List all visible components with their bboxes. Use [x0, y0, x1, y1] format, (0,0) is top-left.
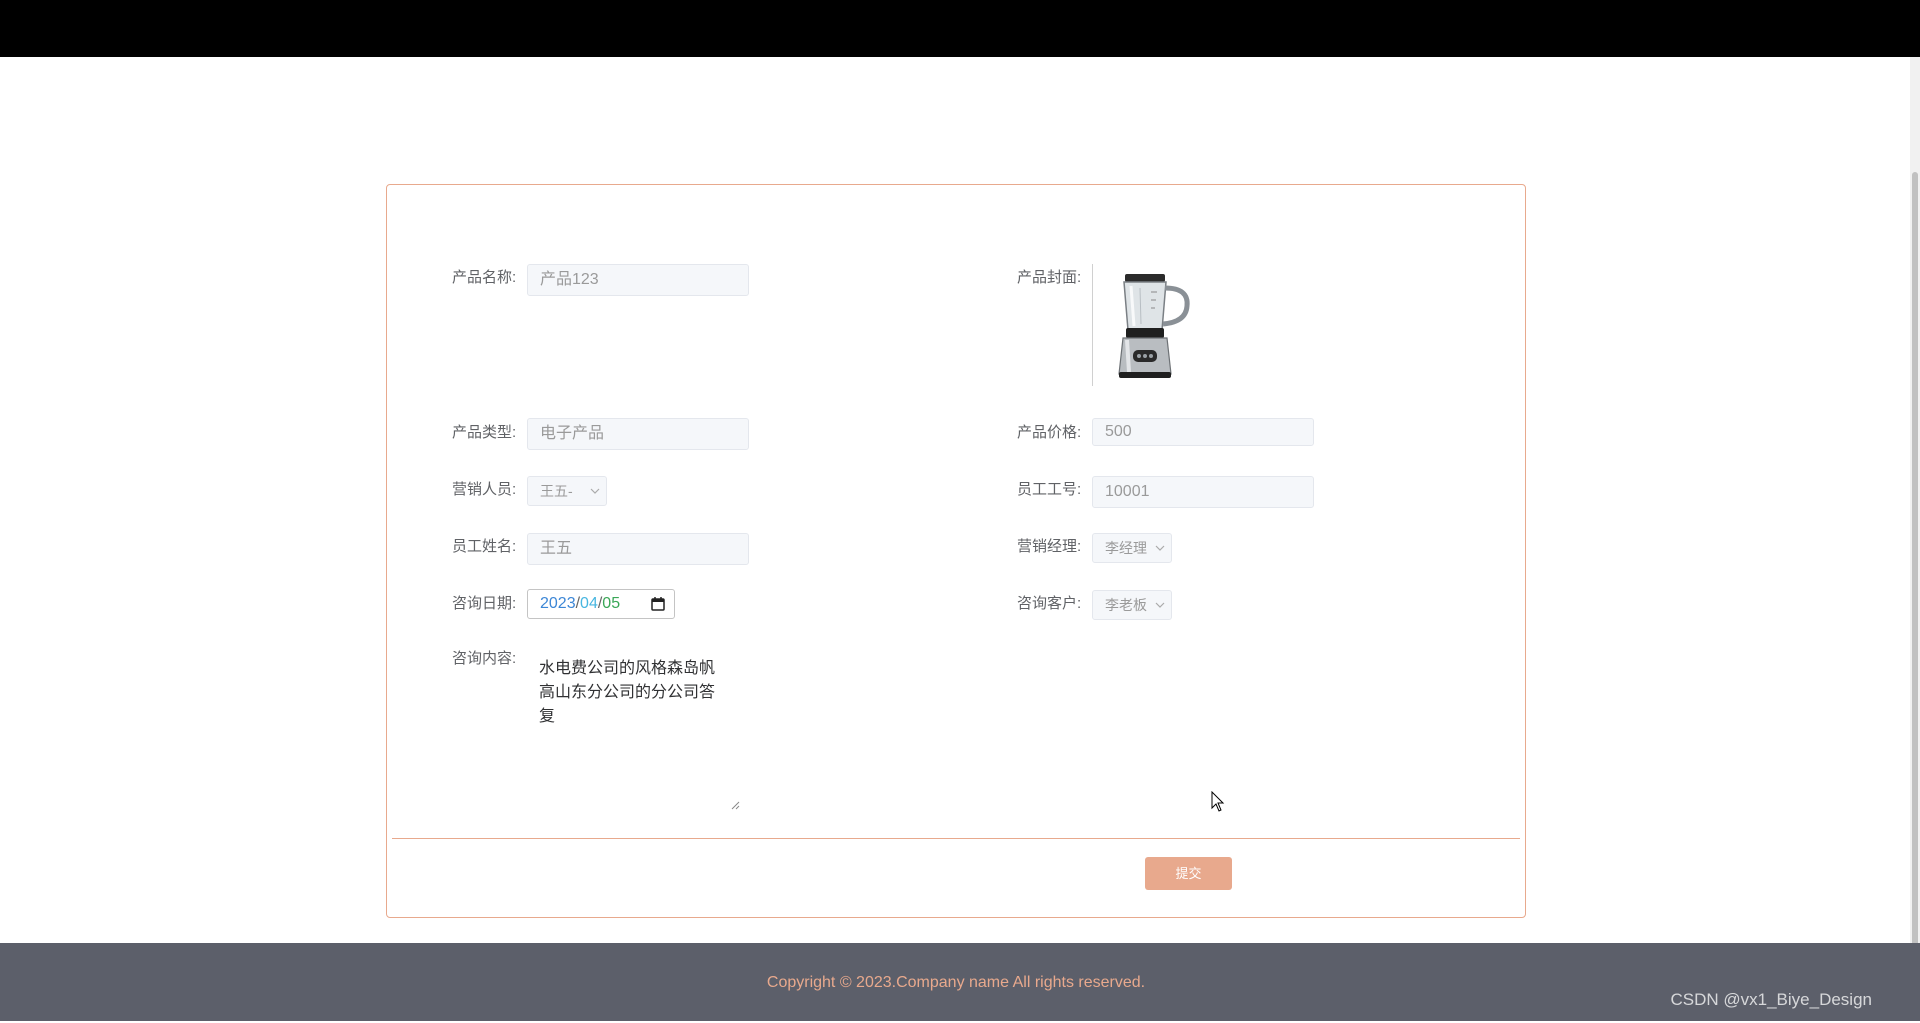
date-day[interactable]: 05 — [602, 595, 620, 612]
consult-content-label: 咨询内容: — [452, 650, 517, 667]
product-price-label: 产品价格: — [1017, 424, 1082, 441]
form-divider — [392, 838, 1520, 839]
sales-person-value: 王五- — [540, 483, 573, 499]
product-cover-image[interactable] — [1092, 264, 1203, 386]
consult-date-input[interactable]: 2023/04/05 — [527, 589, 675, 619]
date-month[interactable]: 04 — [580, 595, 598, 612]
sales-person-select[interactable]: 王五- — [527, 476, 607, 506]
csdn-watermark: CSDN @vx1_Biye_Design — [1670, 990, 1872, 1009]
product-name-input[interactable]: 产品123 — [527, 264, 749, 296]
top-bar — [0, 0, 1920, 57]
sales-person-label: 营销人员: — [452, 481, 517, 498]
employee-no-label: 员工工号: — [1017, 481, 1082, 498]
consult-content-textarea[interactable]: 水电费公司的风格森岛帆高山东分公司的分公司答复 — [527, 657, 741, 811]
page-scrollbar[interactable] — [1910, 57, 1920, 1000]
sales-manager-select[interactable]: 李经理 — [1092, 533, 1172, 563]
employee-name-input[interactable]: 王五 — [527, 533, 749, 565]
consult-customer-value: 李老板 — [1105, 597, 1147, 613]
scrollbar-thumb[interactable] — [1912, 172, 1918, 1000]
calendar-icon[interactable] — [650, 596, 666, 612]
product-cover-label: 产品封面: — [1017, 269, 1082, 286]
page-footer: Copyright © 2023.Company name All rights… — [0, 943, 1920, 1021]
submit-button[interactable]: 提交 — [1145, 857, 1232, 890]
date-year[interactable]: 2023 — [540, 595, 576, 612]
sales-manager-value: 李经理 — [1105, 540, 1147, 556]
product-type-input[interactable]: 电子产品 — [527, 418, 749, 450]
product-price-input[interactable]: 500 — [1092, 418, 1314, 446]
employee-no-input[interactable]: 10001 — [1092, 476, 1314, 508]
consult-content-text: 水电费公司的风格森岛帆高山东分公司的分公司答复 — [539, 660, 716, 725]
employee-name-label: 员工姓名: — [452, 538, 517, 555]
chevron-down-icon — [1155, 545, 1165, 551]
chevron-down-icon — [1155, 602, 1165, 608]
blender-image — [1118, 274, 1190, 378]
product-type-label: 产品类型: — [452, 424, 517, 441]
chevron-down-icon — [590, 488, 600, 494]
consult-customer-select[interactable]: 李老板 — [1092, 590, 1172, 620]
resize-handle-icon[interactable] — [730, 800, 740, 810]
consult-customer-label: 咨询客户: — [1017, 595, 1082, 612]
consult-date-label: 咨询日期: — [452, 595, 517, 612]
sales-manager-label: 营销经理: — [1017, 538, 1082, 555]
footer-copyright: Copyright © 2023.Company name All rights… — [766, 974, 1146, 991]
mouse-cursor-icon — [1211, 791, 1225, 812]
product-name-label: 产品名称: — [452, 269, 517, 286]
